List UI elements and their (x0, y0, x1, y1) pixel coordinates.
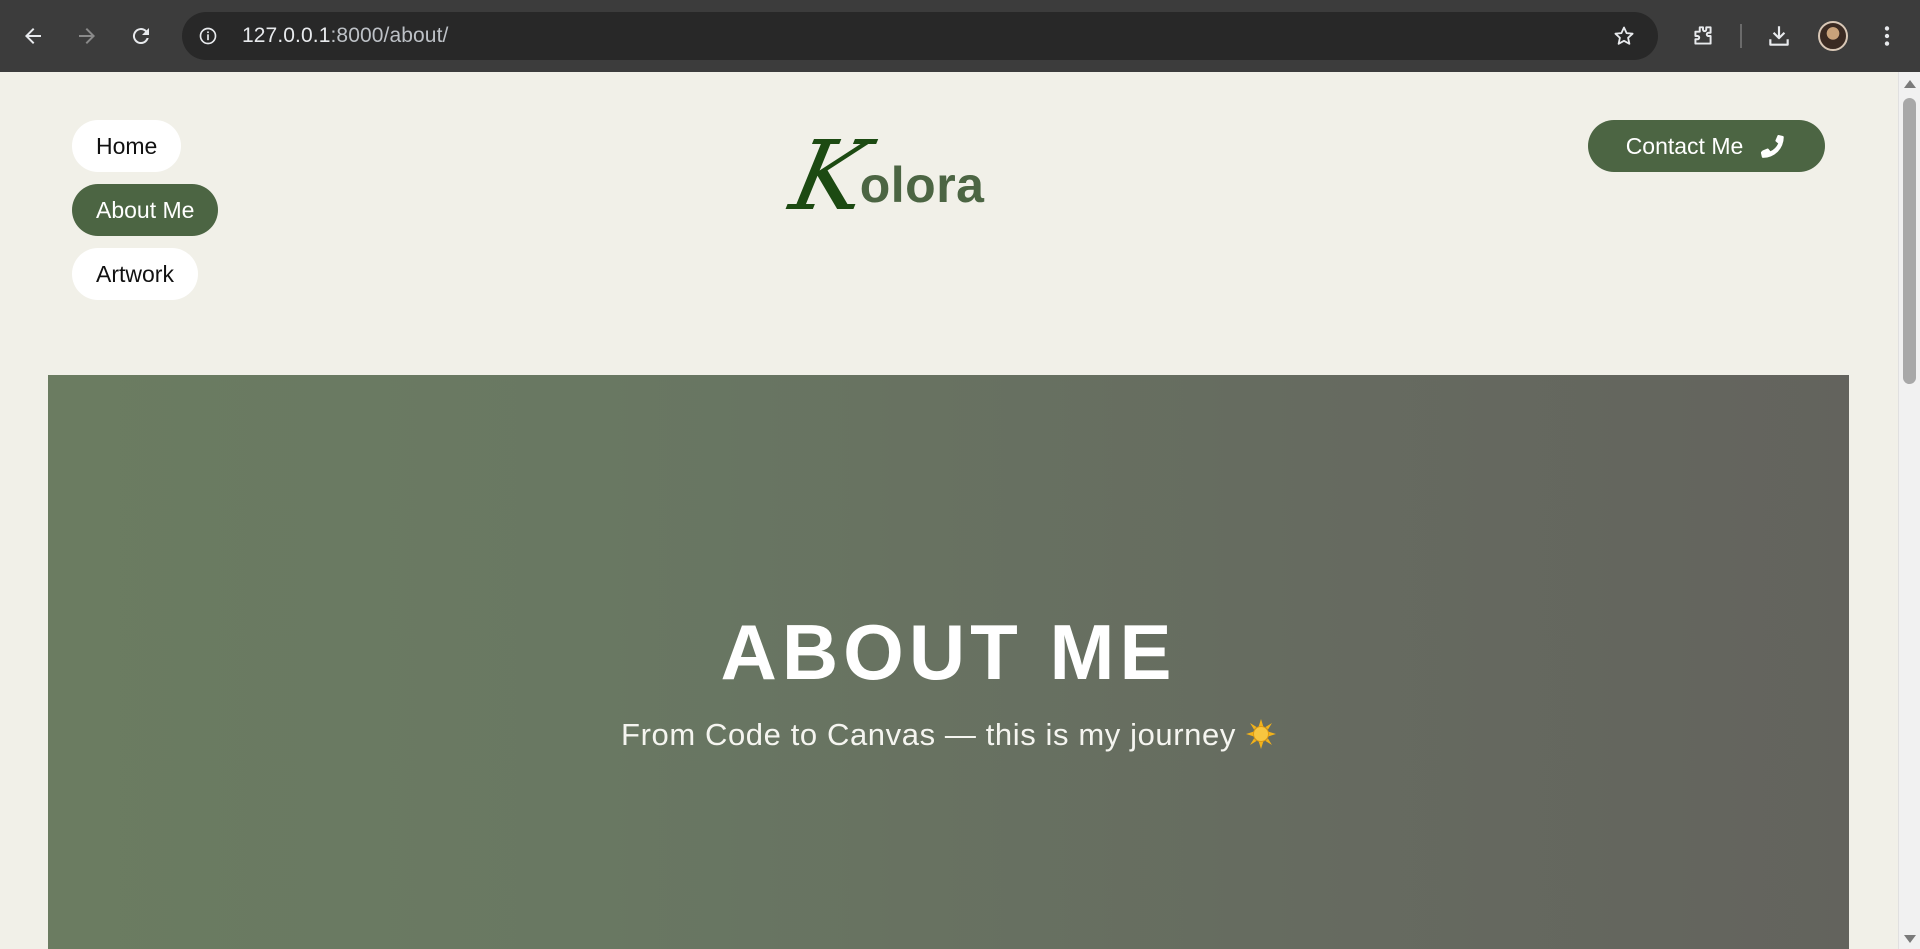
scroll-down-arrow[interactable] (1904, 935, 1916, 943)
contact-me-button[interactable]: Contact Me (1588, 120, 1825, 172)
forward-button[interactable] (60, 9, 114, 63)
hero-subtitle: From Code to Canvas — this is my journey (621, 717, 1236, 752)
page-scrollbar[interactable] (1898, 72, 1920, 949)
arrow-right-icon (79, 28, 95, 44)
arrow-left-icon (25, 28, 41, 44)
phone-icon (1761, 135, 1785, 158)
reload-icon (132, 28, 149, 45)
address-bar[interactable]: 127.0.0.1:8000/about/ (182, 12, 1658, 60)
download-icon (1769, 26, 1789, 46)
browser-toolbar: 127.0.0.1:8000/about/ (0, 0, 1920, 72)
reload-button[interactable] (114, 9, 168, 63)
toolbar-actions (1676, 0, 1920, 72)
site-info-button[interactable] (190, 18, 226, 54)
puzzle-icon (1694, 26, 1712, 45)
kebab-menu-icon (1884, 26, 1890, 46)
sun-icon (1245, 719, 1276, 749)
nav-home[interactable]: Home (72, 120, 182, 172)
url-host: 127.0.0.1 (242, 24, 331, 47)
page-viewport: Home About Me Artwork K olora Contact Me… (0, 72, 1898, 949)
hero-title: ABOUT ME (720, 608, 1177, 696)
logo-text: olora (859, 157, 985, 213)
url-path: :8000/about/ (330, 24, 449, 47)
site-logo[interactable]: K olora (782, 120, 985, 232)
nav-about-me[interactable]: About Me (72, 184, 219, 236)
scroll-thumb[interactable] (1903, 98, 1916, 384)
hero-banner: ABOUT ME From Code to Canvas — this is m… (48, 375, 1849, 949)
back-button[interactable] (6, 9, 60, 63)
avatar (1818, 21, 1848, 51)
hero-subtitle-line: From Code to Canvas — this is my journey (48, 715, 1849, 753)
downloads-button[interactable] (1752, 9, 1806, 63)
profile-button[interactable] (1806, 9, 1860, 63)
toolbar-divider (1740, 24, 1742, 48)
star-icon[interactable] (1612, 24, 1636, 48)
main-nav: Home About Me Artwork (72, 120, 219, 300)
scroll-up-arrow[interactable] (1904, 80, 1916, 88)
nav-artwork[interactable]: Artwork (72, 248, 198, 300)
url-text: 127.0.0.1:8000/about/ (242, 24, 448, 48)
info-icon (199, 27, 217, 45)
extensions-button[interactable] (1676, 9, 1730, 63)
menu-button[interactable] (1860, 9, 1914, 63)
contact-me-label: Contact Me (1625, 132, 1744, 159)
